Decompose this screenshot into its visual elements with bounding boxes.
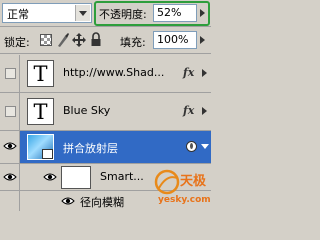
fill-value: 100%: [157, 33, 189, 46]
smart-filter-icon[interactable]: [186, 141, 197, 152]
lock-transparency-icon[interactable]: [40, 34, 52, 46]
eye-icon[interactable]: [61, 196, 75, 209]
fx-icon[interactable]: fx: [183, 104, 194, 117]
collapse-effects-icon[interactable]: [201, 144, 209, 149]
fill-label: 填充:: [120, 36, 146, 49]
lock-all-icon[interactable]: [90, 32, 102, 48]
visibility-cell[interactable]: [0, 93, 20, 130]
layer-name[interactable]: 拼合放射层: [63, 140, 118, 156]
opacity-value: 52%: [157, 6, 182, 19]
text-layer-thumbnail: T: [27, 60, 54, 87]
opacity-label: 不透明度:: [99, 8, 147, 21]
visibility-cell[interactable]: [0, 131, 20, 163]
fill-input[interactable]: 100%: [153, 31, 197, 49]
layer-row[interactable]: T http://www.Shad... fx: [0, 55, 211, 93]
filter-name[interactable]: 径向模糊: [80, 194, 124, 210]
smart-object-badge-icon: [42, 149, 53, 159]
opacity-slider-arrow-icon[interactable]: [200, 9, 205, 17]
expand-effects-icon[interactable]: [202, 107, 207, 115]
visibility-toggle[interactable]: [5, 106, 16, 117]
yesky-watermark-logo: 天极 yesky.com: [150, 168, 211, 210]
filter-mask-thumbnail: [61, 166, 91, 189]
visibility-toggle[interactable]: [5, 68, 16, 79]
lock-label: 锁定:: [4, 36, 30, 49]
expand-effects-icon[interactable]: [202, 69, 207, 77]
blend-mode-value: 正常: [7, 8, 29, 21]
lock-paint-brush-icon[interactable]: [56, 32, 70, 48]
eye-icon[interactable]: [3, 172, 17, 185]
layer-name[interactable]: http://www.Shad...: [63, 66, 164, 79]
eye-icon[interactable]: [3, 141, 17, 154]
blend-mode-arrow-button[interactable]: [75, 5, 90, 21]
layer-name[interactable]: Blue Sky: [63, 104, 110, 117]
lock-move-icon[interactable]: [72, 32, 86, 48]
visibility-cell[interactable]: [0, 55, 20, 92]
layer-row-selected[interactable]: 拼合放射层: [0, 131, 211, 164]
text-layer-thumbnail: T: [27, 98, 54, 125]
fill-slider-arrow-icon[interactable]: [200, 36, 205, 44]
fx-icon[interactable]: fx: [183, 66, 194, 79]
image-layer-thumbnail: [27, 134, 54, 160]
smart-filter-label[interactable]: Smart...: [100, 170, 144, 183]
blend-mode-dropdown[interactable]: 正常: [2, 3, 92, 23]
eye-icon[interactable]: [43, 172, 57, 185]
layer-row[interactable]: T Blue Sky fx: [0, 93, 211, 131]
visibility-cell[interactable]: [0, 191, 20, 211]
visibility-cell[interactable]: [0, 164, 20, 190]
chevron-down-icon: [79, 11, 87, 16]
opacity-input[interactable]: 52%: [153, 4, 197, 22]
watermark-text: 天极: [180, 174, 207, 189]
watermark-subtext: yesky.com: [158, 195, 211, 205]
